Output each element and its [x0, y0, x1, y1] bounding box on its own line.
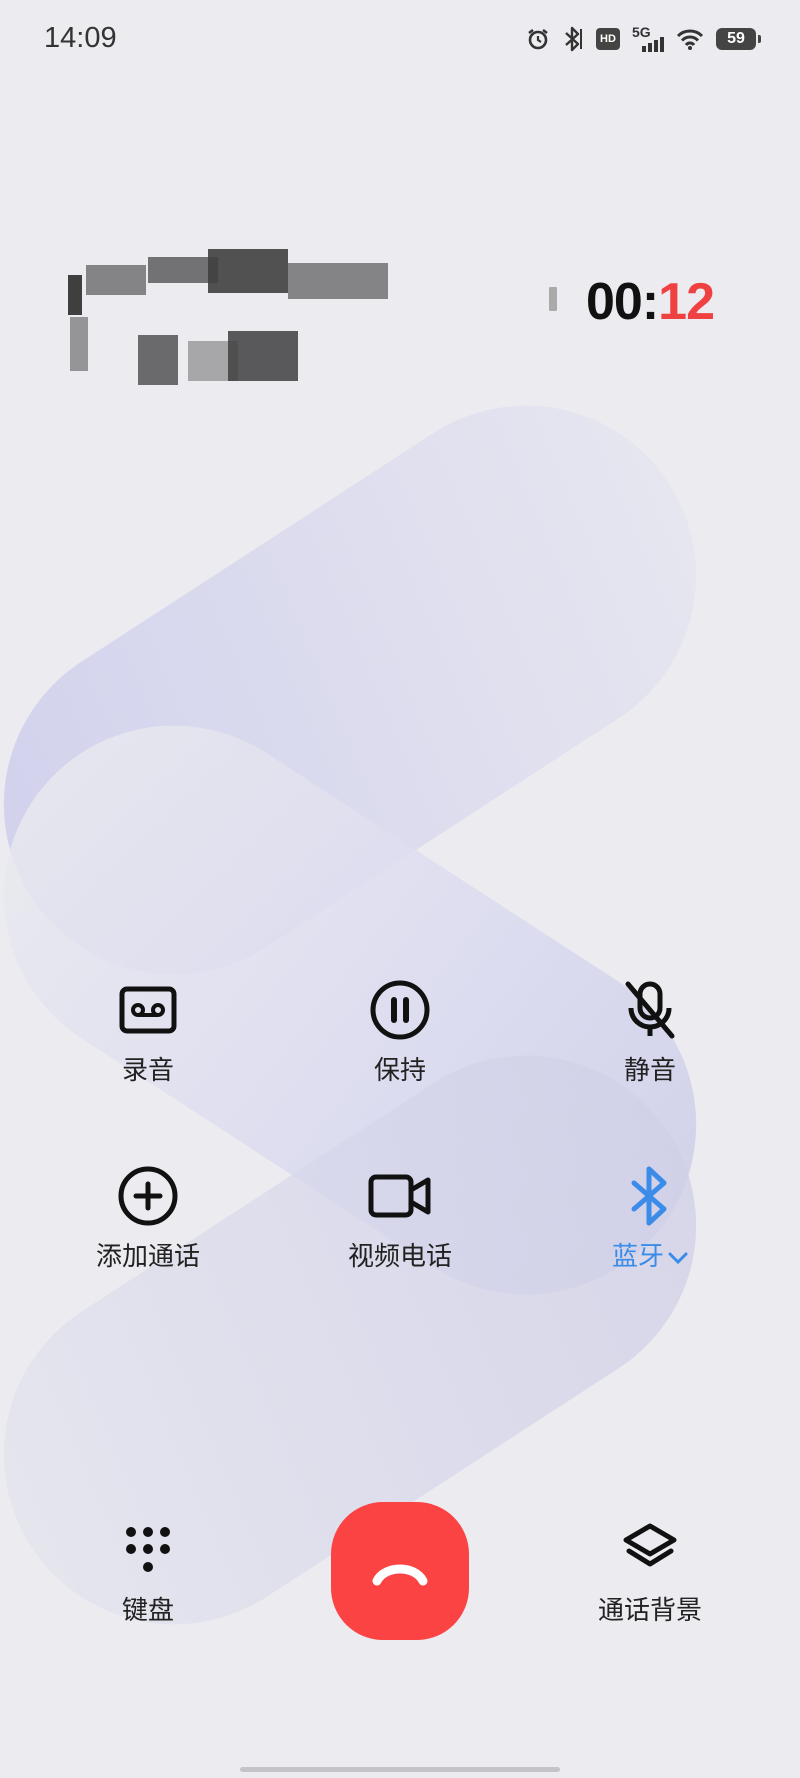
bluetooth-icon — [562, 26, 584, 52]
call-background-button[interactable]: 通话背景 — [550, 1516, 750, 1627]
keypad-label: 键盘 — [121, 1596, 174, 1626]
hold-button[interactable]: 保持 — [300, 976, 500, 1087]
home-indicator[interactable] — [240, 1767, 560, 1772]
end-call-button[interactable] — [331, 1502, 469, 1640]
add-call-label: 添加通话 — [95, 1242, 200, 1272]
mute-button[interactable]: 静音 — [550, 976, 750, 1087]
hang-up-icon — [372, 1564, 428, 1586]
status-time: 14:09 — [44, 22, 117, 54]
bluetooth-button[interactable]: 蓝牙 — [550, 1162, 750, 1273]
keypad-button[interactable]: 键盘 — [48, 1516, 248, 1627]
bluetooth-label-row: 蓝牙 — [550, 1236, 750, 1273]
layers-icon — [550, 1516, 750, 1584]
5g-signal-icon: 5G — [632, 25, 664, 52]
keypad-icon — [48, 1516, 248, 1584]
mic-off-icon — [550, 976, 750, 1044]
bluetooth-label: 蓝牙 — [611, 1242, 664, 1272]
call-timer-seconds: 12 — [658, 273, 715, 331]
bluetooth-icon — [550, 1162, 750, 1230]
call-timer-minutes: 00: — [586, 273, 659, 331]
call-status-indicator — [549, 287, 557, 311]
hold-label: 保持 — [373, 1056, 426, 1086]
hd-icon: HD — [596, 28, 620, 50]
video-camera-icon — [300, 1162, 500, 1230]
caller-name-redacted — [68, 249, 388, 385]
record-button[interactable]: 录音 — [48, 976, 248, 1087]
mute-label: 静音 — [623, 1056, 676, 1086]
status-bar: 14:09 HD 5G 59 — [0, 0, 800, 84]
call-timer: 00:12 — [586, 272, 715, 332]
call-background-label: 通话背景 — [597, 1596, 702, 1626]
add-circle-icon — [48, 1162, 248, 1230]
record-icon — [48, 976, 248, 1044]
hd-label: HD — [600, 33, 616, 45]
status-icons: HD 5G 59 — [526, 25, 761, 52]
video-call-button[interactable]: 视频电话 — [300, 1162, 500, 1273]
battery-icon: 59 — [716, 28, 761, 50]
chevron-down-icon — [668, 1252, 688, 1264]
record-label: 录音 — [121, 1056, 174, 1086]
add-call-button[interactable]: 添加通话 — [48, 1162, 248, 1273]
alarm-icon — [526, 27, 550, 51]
wifi-icon — [676, 28, 704, 50]
video-call-label: 视频电话 — [347, 1242, 452, 1272]
pause-icon — [300, 976, 500, 1044]
